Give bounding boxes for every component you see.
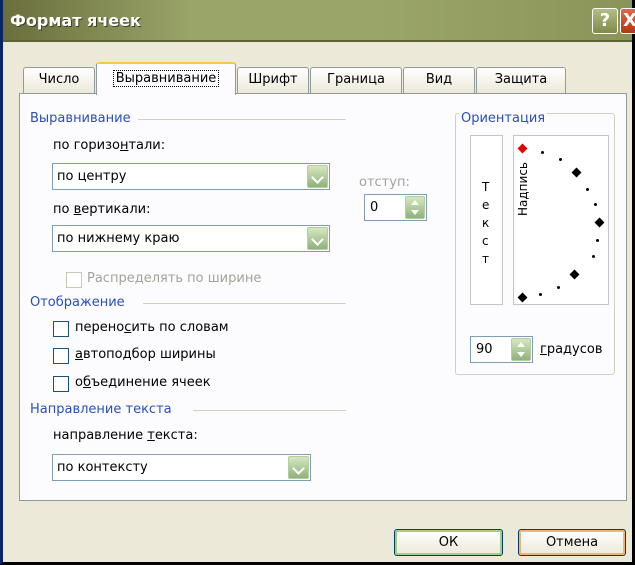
display-separator bbox=[143, 303, 346, 304]
shrink-post: втоподбор ширины bbox=[82, 347, 216, 362]
vertical-text-char: т bbox=[482, 252, 489, 266]
degrees-value: 90 bbox=[476, 342, 493, 357]
merge-accel: б bbox=[82, 375, 91, 390]
chevron-down-icon[interactable] bbox=[307, 165, 328, 188]
orientation-dial[interactable]: Надпись bbox=[513, 135, 609, 305]
degrees-label-accel: г bbox=[540, 342, 547, 357]
vertical-text-toggle[interactable]: Т е к с т bbox=[470, 135, 503, 305]
indent-spinner[interactable]: 0 bbox=[364, 194, 427, 221]
horizontal-select[interactable]: по центру bbox=[52, 163, 330, 190]
vertical-text-char: Т bbox=[482, 180, 490, 194]
spinner-arrows-icon[interactable] bbox=[511, 338, 531, 361]
horizontal-select-value: по центру bbox=[57, 169, 127, 184]
vertical-label-pre: по bbox=[53, 202, 74, 217]
angle-marker-minus90[interactable] bbox=[517, 292, 528, 303]
orientation-group-title: Ориентация bbox=[459, 111, 548, 126]
direction-select-value: по контексту bbox=[57, 460, 148, 475]
wrap-text-checkbox[interactable] bbox=[53, 321, 69, 337]
horizontal-label-pre: по горизо bbox=[53, 138, 120, 153]
distribute-label: Распределять по ширине bbox=[87, 271, 262, 286]
dial-text-label: Надпись bbox=[516, 162, 530, 216]
spinner-arrows-icon[interactable] bbox=[405, 196, 425, 219]
angle-dot[interactable] bbox=[557, 286, 560, 289]
vertical-text-char: к bbox=[482, 216, 490, 230]
horizontal-label: по горизонтали: bbox=[53, 138, 165, 153]
alignment-separator bbox=[138, 119, 346, 120]
wrap-text-post: ить по словам bbox=[131, 320, 229, 335]
vertical-select[interactable]: по нижнему краю bbox=[52, 225, 330, 252]
direction-label-accel: т bbox=[147, 428, 155, 443]
merge-pre: о bbox=[75, 375, 83, 390]
display-group-title: Отображение bbox=[30, 295, 125, 310]
merge-cells-label: объединение ячеек bbox=[75, 375, 211, 390]
degrees-spinner[interactable]: 90 bbox=[470, 336, 533, 363]
chevron-down-icon[interactable] bbox=[288, 456, 309, 479]
wrap-text-pre: перено bbox=[75, 320, 125, 335]
chevron-down-icon[interactable] bbox=[307, 227, 328, 250]
alignment-group-title: Выравнивание bbox=[30, 111, 131, 126]
direction-label-post: екста: bbox=[154, 428, 198, 443]
indent-label: отступ: bbox=[359, 175, 410, 190]
angle-marker-0[interactable] bbox=[594, 217, 605, 228]
distribute-checkbox[interactable] bbox=[66, 272, 82, 288]
indent-value: 0 bbox=[370, 200, 379, 215]
format-cells-dialog: Формат ячеек ? X Число Выравнивание Шриф… bbox=[0, 0, 635, 565]
merge-cells-checkbox[interactable] bbox=[53, 376, 69, 392]
vertical-select-value: по нижнему краю bbox=[57, 231, 180, 246]
angle-dot[interactable] bbox=[539, 293, 542, 296]
wrap-text-label: переносить по словам bbox=[75, 320, 229, 335]
angle-marker-90-selected[interactable] bbox=[517, 143, 528, 154]
vertical-text-char: е bbox=[482, 198, 490, 212]
angle-dot[interactable] bbox=[594, 203, 597, 206]
direction-separator bbox=[193, 410, 346, 411]
vertical-label-post: ертикали: bbox=[81, 202, 151, 217]
direction-select[interactable]: по контексту bbox=[52, 454, 311, 481]
panel-content: Выравнивание по горизонтали: по центру о… bbox=[3, 0, 635, 565]
angle-marker-minus45[interactable] bbox=[569, 269, 580, 280]
angle-dot[interactable] bbox=[559, 158, 562, 161]
direction-label-pre: направление bbox=[53, 428, 148, 443]
vertical-text-char: с bbox=[482, 234, 489, 248]
horizontal-label-post: тали: bbox=[128, 138, 166, 153]
shrink-to-fit-checkbox[interactable] bbox=[53, 348, 69, 364]
angle-marker-45[interactable] bbox=[571, 167, 582, 178]
angle-dot[interactable] bbox=[586, 188, 589, 191]
direction-label: направление текста: bbox=[53, 428, 198, 443]
merge-post: ъединение ячеек bbox=[91, 375, 211, 390]
angle-dot[interactable] bbox=[541, 151, 544, 154]
shrink-accel: а bbox=[75, 347, 83, 362]
angle-dot[interactable] bbox=[592, 255, 595, 258]
shrink-to-fit-label: автоподбор ширины bbox=[75, 347, 216, 362]
degrees-label: градусов bbox=[540, 342, 603, 357]
angle-dot[interactable] bbox=[596, 239, 599, 242]
degrees-label-post: радусов bbox=[546, 342, 603, 357]
vertical-label: по вертикали: bbox=[53, 202, 151, 217]
direction-group-title: Направление текста bbox=[30, 402, 172, 417]
